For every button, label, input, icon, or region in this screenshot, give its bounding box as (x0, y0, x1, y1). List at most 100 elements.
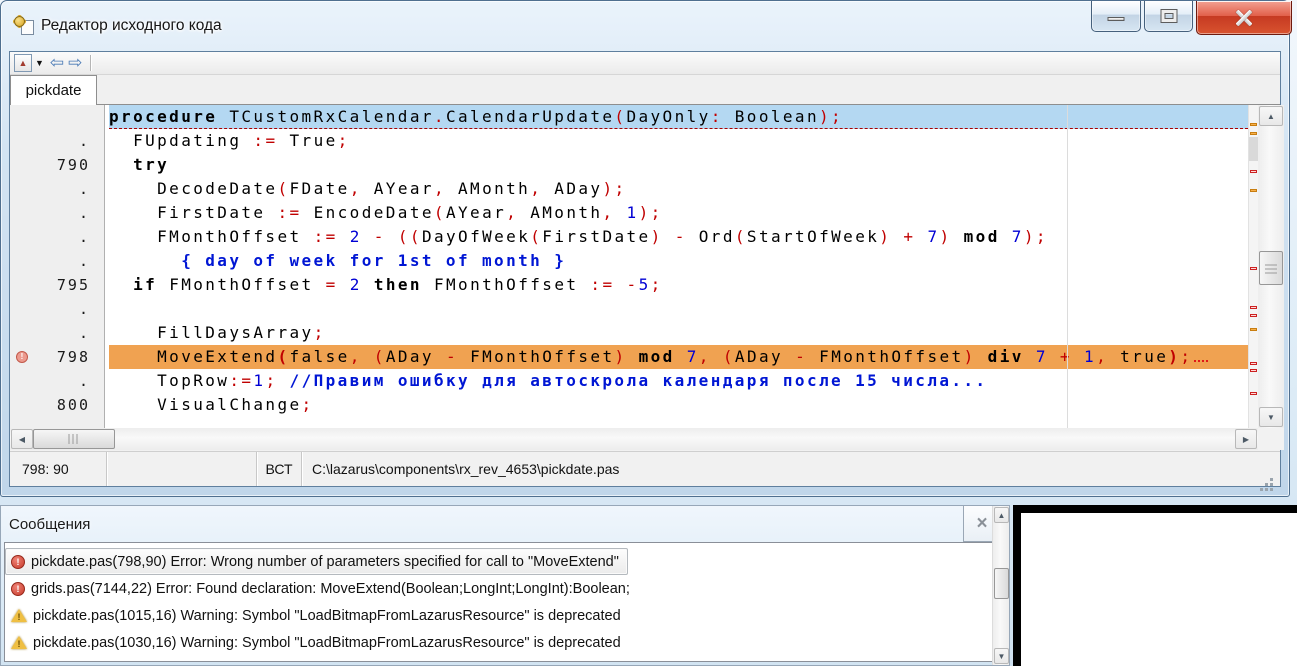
message-item[interactable]: !pickdate.pas(1015,16) Warning: Symbol "… (5, 602, 630, 629)
code-line[interactable]: { day of week for 1st of month } (109, 249, 1248, 273)
code-line[interactable]: if FMonthOffset = 2 then FMonthOffset :=… (109, 273, 1248, 297)
gutter-cell[interactable]: ! 798 (10, 345, 104, 369)
error-scroll-mark (1250, 267, 1257, 270)
error-scroll-mark (1250, 369, 1257, 372)
window-title: Редактор исходного кода (41, 17, 222, 35)
code-line[interactable]: try (109, 153, 1248, 177)
gutter-cell[interactable]: . (10, 297, 104, 321)
scroll-right-button[interactable]: ▶ (1235, 429, 1257, 449)
line-number: . (79, 252, 90, 270)
browse-forward-icon[interactable]: ⇨ (68, 54, 82, 72)
scroll-down-button[interactable]: ▼ (1259, 407, 1283, 427)
gutter-cell[interactable]: . (10, 201, 104, 225)
gutter-cell[interactable]: . (10, 369, 104, 393)
gutter-cell[interactable]: . (10, 225, 104, 249)
jump-back-icon[interactable]: ▲ (14, 54, 32, 72)
error-squiggle-icon (1194, 357, 1208, 362)
right-margin-line (1067, 105, 1068, 428)
gutter-cell[interactable]: 790 (10, 153, 104, 177)
line-number: . (79, 132, 90, 150)
code-line[interactable]: FUpdating := True; (109, 129, 1248, 153)
line-number: . (79, 324, 90, 342)
vertical-scrollbar-thumb[interactable] (1259, 251, 1283, 285)
warning-scroll-mark (1250, 123, 1257, 126)
error-scroll-mark (1250, 362, 1257, 365)
code-area[interactable]: procedure TCustomRxCalendar.CalendarUpda… (109, 105, 1248, 428)
browse-back-icon[interactable]: ⇦ (50, 54, 64, 72)
error-scroll-mark (1250, 392, 1257, 395)
warning-scroll-mark (1250, 132, 1257, 135)
gutter-cell[interactable]: . (10, 249, 104, 273)
message-item[interactable]: !grids.pas(7144,22) Error: Found declara… (5, 575, 639, 602)
gutter-cell[interactable]: . (10, 321, 104, 345)
code-line[interactable]: FillDaysArray; (109, 321, 1248, 345)
code-line[interactable]: FMonthOffset := 2 - ((DayOfWeek(FirstDat… (109, 225, 1248, 249)
code-line[interactable]: FirstDate := EncodeDate(AYear, AMonth, 1… (109, 201, 1248, 225)
messages-scrollbar[interactable]: ▲ ▼ (992, 506, 1009, 665)
title-bar[interactable]: Редактор исходного кода (1, 1, 1289, 51)
scroll-up-button[interactable]: ▲ (1259, 106, 1283, 126)
gutter-cell[interactable]: . (10, 129, 104, 153)
vertical-scrollbar[interactable]: ▲ ▼ (1258, 105, 1284, 428)
horizontal-scrollbar[interactable]: ◀ ▶ (10, 428, 1258, 450)
insert-mode-indicator: ВСТ (257, 452, 302, 486)
file-path: C:\lazarus\components\rx_rev_4653\pickda… (302, 452, 1280, 486)
line-number: . (79, 180, 90, 198)
thumb-grip (1265, 263, 1277, 274)
gutter[interactable]: . 790.... 795..! 798. 800 (10, 105, 105, 428)
gutter-cell[interactable]: . (10, 177, 104, 201)
maximize-icon (1161, 10, 1176, 22)
messages-list: !pickdate.pas(798,90) Error: Wrong numbe… (4, 542, 1006, 662)
line-number: 800 (57, 396, 90, 414)
line-number: 795 (57, 276, 90, 294)
line-number: 798 (57, 348, 90, 366)
resize-grip[interactable] (1270, 478, 1273, 481)
source-editor-window: Редактор исходного кода ▲ ▼ ⇦ ⇨ pickdate… (0, 0, 1290, 497)
editor-client-area: ▲ ▼ ⇦ ⇨ pickdate . 790.... 795..! 798. 800 p… (9, 51, 1281, 487)
line-number: . (79, 300, 90, 318)
maximize-button[interactable] (1144, 1, 1193, 32)
code-line[interactable] (109, 297, 1248, 321)
editor-zone: . 790.... 795..! 798. 800 procedure TCustomR… (10, 105, 1284, 428)
error-icon: ! (11, 582, 25, 596)
gutter-cell[interactable]: 800 (10, 393, 104, 417)
messages-window: Сообщения × !pickdate.pas(798,90) Error:… (0, 505, 1010, 666)
code-line[interactable]: TopRow:=1; //Правим ошибку для автоскрол… (109, 369, 1248, 393)
minimize-button[interactable] (1091, 1, 1141, 32)
gutter-cell[interactable] (10, 105, 104, 129)
scroll-down-button[interactable]: ▼ (994, 648, 1009, 664)
error-mark-icon: ! (16, 351, 28, 363)
message-item[interactable]: !pickdate.pas(798,90) Error: Wrong numbe… (5, 548, 628, 575)
tab-pickdate[interactable]: pickdate (10, 75, 97, 105)
status-bar: 798: 90 ВСТ C:\lazarus\components\rx_rev… (10, 451, 1280, 486)
chevron-down-icon[interactable]: ▼ (35, 58, 44, 68)
minimize-icon (1108, 17, 1125, 21)
code-line[interactable]: VisualChange; (109, 393, 1248, 417)
warning-scroll-mark (1250, 328, 1257, 331)
messages-scrollbar-thumb[interactable] (994, 568, 1009, 599)
message-item[interactable]: !pickdate.pas(1030,16) Warning: Symbol "… (5, 629, 630, 656)
error-scroll-mark (1250, 306, 1257, 309)
gutter-cell[interactable]: 795 (10, 273, 104, 297)
editor-toolbar: ▲ ▼ ⇦ ⇨ (10, 52, 1280, 75)
error-scroll-mark (1250, 170, 1257, 173)
code-line[interactable]: MoveExtend(false, (ADay - FMonthOffset) … (109, 345, 1248, 369)
code-line[interactable]: DecodeDate(FDate, AYear, AMonth, ADay); (109, 177, 1248, 201)
line-number: . (79, 204, 90, 222)
close-icon (1244, 16, 1264, 20)
tab-bar: pickdate (10, 75, 1280, 105)
line-number: 790 (57, 156, 90, 174)
code-line[interactable]: procedure TCustomRxCalendar.CalendarUpda… (109, 105, 1248, 129)
horizontal-scrollbar-thumb[interactable] (33, 429, 115, 449)
error-scroll-mark (1250, 314, 1257, 317)
warning-scroll-mark (1250, 189, 1257, 192)
scroll-left-button[interactable]: ◀ (11, 429, 33, 449)
close-button[interactable] (1196, 1, 1292, 35)
background-window (1013, 505, 1297, 666)
visible-range-indicator (1249, 137, 1258, 161)
warning-icon: ! (11, 636, 27, 650)
error-icon: ! (11, 555, 25, 569)
toolbar-separator (90, 55, 91, 71)
scroll-up-button[interactable]: ▲ (994, 507, 1009, 523)
messages-title-bar[interactable]: Сообщения (1, 506, 1009, 542)
